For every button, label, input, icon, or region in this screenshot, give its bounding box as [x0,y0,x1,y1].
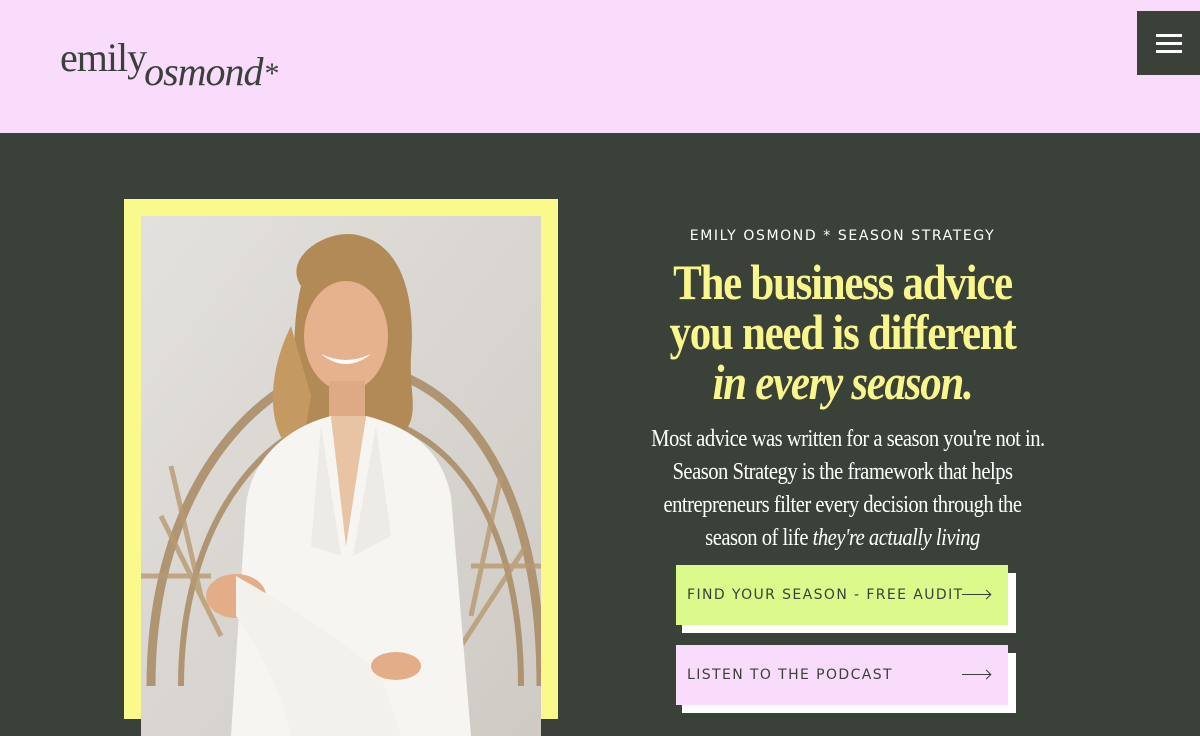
eyebrow-text: EMILY OSMOND * SEASON STRATEGY [689,228,996,244]
description-line-4: season of life they're actually living [651,522,1034,555]
photo-frame [124,199,558,736]
listen-podcast-button[interactable]: LISTEN TO THE PODCAST [676,645,1008,705]
portrait-photo [141,216,541,736]
hero-description: Most advice was written for a season you… [651,423,1045,555]
description-line-1: Most advice was written for a season you… [651,426,1045,452]
listen-podcast-label: LISTEN TO THE PODCAST [687,667,893,683]
headline-line-2: you need is different [669,304,1017,360]
hero-headline: The business advice you need is differen… [651,257,1034,407]
audit-button-wrapper: FIND YOUR SEASON - FREE AUDIT [676,565,1016,633]
description-line-4-plain: season of life [705,525,813,551]
portrait-illustration [141,216,541,736]
podcast-button-wrapper: LISTEN TO THE PODCAST [676,645,1016,713]
find-your-season-label: FIND YOUR SEASON - FREE AUDIT [687,587,964,603]
headline-line-1: The business advice [673,254,1013,310]
arrow-right-icon [962,594,990,595]
logo-last-name: osmond [144,49,263,94]
hero-section: EMILY OSMOND * SEASON STRATEGY The busin… [0,133,1200,736]
logo-first-name: emily [60,35,147,80]
site-header: emilyosmond* [0,0,1200,133]
description-line-3: entrepreneurs filter every decision thro… [663,492,1022,518]
find-your-season-button[interactable]: FIND YOUR SEASON - FREE AUDIT [676,565,1008,625]
logo-star: * [264,57,280,90]
headline-line-3: in every season. [712,354,973,410]
site-logo[interactable]: emilyosmond* [60,34,280,95]
description-line-2: Season Strategy is the framework that he… [672,459,1013,485]
menu-button[interactable] [1137,11,1200,75]
description-line-4-italic: they're actually living [812,525,981,551]
arrow-right-icon [962,674,990,675]
